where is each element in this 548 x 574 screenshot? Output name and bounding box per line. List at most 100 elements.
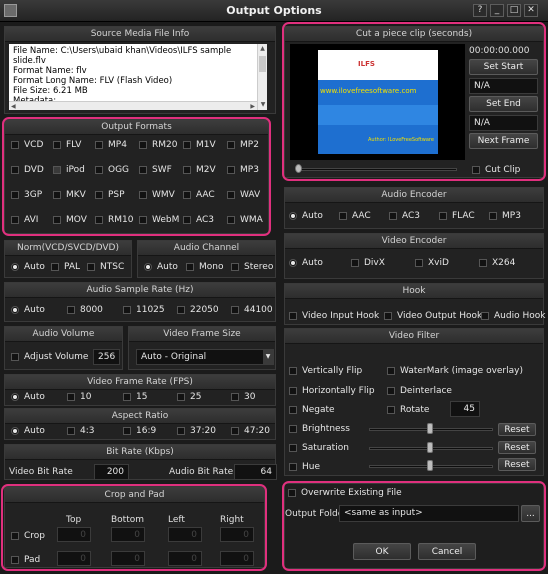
format-mp4-checkbox[interactable]: MP4 [95,140,127,150]
browse-button[interactable]: ... [521,505,540,522]
chevron-down-icon[interactable]: ▼ [263,350,273,364]
audio-encoder-aac-checkbox[interactable]: AAC [339,211,371,221]
scroll-right-icon[interactable]: ▶ [250,102,255,110]
video-output-hook-checkbox[interactable]: Video Output Hook [384,311,482,321]
format-wav-checkbox[interactable]: WAV [227,190,260,200]
hue-knob[interactable] [427,460,433,471]
crop-top-field[interactable]: 0 [57,527,91,542]
format-ogg-checkbox[interactable]: OGG [95,165,129,175]
channel-mono-checkbox[interactable]: Mono [186,262,223,272]
scroll-down-icon[interactable]: ▼ [258,100,267,110]
source-info-text[interactable]: File Name: C:\Users\ubaid khan\Videos\IL… [9,44,267,110]
brightness-checkbox[interactable]: Brightness [289,424,350,434]
format-m2v-checkbox[interactable]: M2V [183,165,216,175]
pad-right-field[interactable]: 0 [220,551,254,566]
maximize-icon[interactable]: □ [507,4,521,17]
scroll-thumb[interactable] [259,56,266,72]
overwrite-checkbox[interactable]: Overwrite Existing File [288,488,402,498]
saturation-reset-button[interactable]: Reset [498,441,536,454]
end-value-field[interactable]: N/A [469,115,538,131]
format-avi-checkbox[interactable]: AVI [11,215,38,225]
fps-25-checkbox[interactable]: 25 [177,392,201,402]
fps-10-checkbox[interactable]: 10 [67,392,91,402]
audio-encoder-ac3-checkbox[interactable]: AC3 [389,211,420,221]
format-webm-checkbox[interactable]: WebM [139,215,179,225]
aspect-4-3-checkbox[interactable]: 4:3 [67,426,94,436]
fps-15-checkbox[interactable]: 15 [123,392,147,402]
format-3gp-checkbox[interactable]: 3GP [11,190,42,200]
output-folder-field[interactable]: <same as input> [339,505,519,522]
format-ac3-checkbox[interactable]: AC3 [183,215,214,225]
crop-checkbox[interactable]: Crop [11,531,45,541]
pad-checkbox[interactable]: Pad [11,555,40,565]
close-icon[interactable]: ✕ [524,4,538,17]
clip-seek-track[interactable] [297,168,457,171]
deinterlace-checkbox[interactable]: Deinterlace [387,386,452,396]
saturation-checkbox[interactable]: Saturation [289,443,349,453]
format-dvd-checkbox[interactable]: DVD [11,165,44,175]
saturation-knob[interactable] [427,442,433,453]
format-rm20-checkbox[interactable]: RM20 [139,140,177,150]
brightness-knob[interactable] [427,423,433,434]
video-encoder-xvid-checkbox[interactable]: XviD [415,258,449,268]
start-value-field[interactable]: N/A [469,78,538,94]
brightness-reset-button[interactable]: Reset [498,423,536,436]
sample-rate-11025-checkbox[interactable]: 11025 [123,305,165,315]
set-end-button[interactable]: Set End [469,96,538,112]
format-swf-checkbox[interactable]: SWF [139,165,172,175]
format-wma-checkbox[interactable]: WMA [227,215,263,225]
aspect-16-9-checkbox[interactable]: 16:9 [123,426,156,436]
rotate-field[interactable]: 45 [450,401,480,417]
sample-rate-auto-radio[interactable]: Auto [11,305,45,315]
video-bitrate-field[interactable]: 200 [94,464,129,480]
sample-rate-22050-checkbox[interactable]: 22050 [177,305,219,315]
cancel-button[interactable]: Cancel [418,543,476,560]
horizontally-flip-checkbox[interactable]: Horizontally Flip [289,386,375,396]
pad-left-field[interactable]: 0 [168,551,202,566]
format-mkv-checkbox[interactable]: MKV [53,190,86,200]
audio-hook-checkbox[interactable]: Audio Hook [481,311,545,321]
aspect-37-20-checkbox[interactable]: 37:20 [177,426,216,436]
crop-bottom-field[interactable]: 0 [111,527,145,542]
format-mp3-checkbox[interactable]: MP3 [227,165,259,175]
ok-button[interactable]: OK [353,543,411,560]
aspect-auto-radio[interactable]: Auto [11,426,45,436]
norm-ntsc-checkbox[interactable]: NTSC [87,262,124,272]
source-hscroll[interactable]: ◀ ▶ [9,101,257,110]
crop-right-field[interactable]: 0 [220,527,254,542]
aspect-47-20-checkbox[interactable]: 47:20 [231,426,270,436]
frame-size-select[interactable]: Auto - Original ▼ [136,349,274,365]
source-vscroll[interactable]: ▲ ▼ [257,44,267,110]
minimize-icon[interactable]: _ [490,4,504,17]
format-aac-checkbox[interactable]: AAC [183,190,215,200]
pad-bottom-field[interactable]: 0 [111,551,145,566]
hue-checkbox[interactable]: Hue [289,462,320,472]
hue-reset-button[interactable]: Reset [498,458,536,471]
channel-auto-radio[interactable]: Auto [144,262,178,272]
set-start-button[interactable]: Set Start [469,59,538,75]
audio-encoder-flac-checkbox[interactable]: FLAC [439,211,475,221]
audio-bitrate-field[interactable]: 64 [234,464,277,480]
video-encoder-divx-checkbox[interactable]: DivX [351,258,385,268]
help-icon[interactable]: ? [473,4,487,17]
audio-encoder-auto-radio[interactable]: Auto [289,211,323,221]
volume-field[interactable]: 256 [93,349,120,365]
scroll-up-icon[interactable]: ▲ [258,44,267,54]
sample-rate-8000-checkbox[interactable]: 8000 [67,305,103,315]
format-psp-checkbox[interactable]: PSP [95,190,125,200]
clip-seek-knob[interactable] [295,164,302,173]
pad-top-field[interactable]: 0 [57,551,91,566]
watermark-checkbox[interactable]: WaterMark (image overlay) [387,366,523,376]
rotate-checkbox[interactable]: Rotate [387,405,429,415]
sample-rate-44100-checkbox[interactable]: 44100 [231,305,273,315]
format-mp2-checkbox[interactable]: MP2 [227,140,259,150]
fps-30-checkbox[interactable]: 30 [231,392,255,402]
fps-auto-radio[interactable]: Auto [11,392,45,402]
format-mov-checkbox[interactable]: MOV [53,215,87,225]
format-vcd-checkbox[interactable]: VCD [11,140,43,150]
format-m1v-checkbox[interactable]: M1V [183,140,216,150]
format-wmv-checkbox[interactable]: WMV [139,190,175,200]
video-input-hook-checkbox[interactable]: Video Input Hook [289,311,379,321]
format-flv-checkbox[interactable]: FLV [53,140,81,150]
format-rm10-checkbox[interactable]: RM10 [95,215,133,225]
